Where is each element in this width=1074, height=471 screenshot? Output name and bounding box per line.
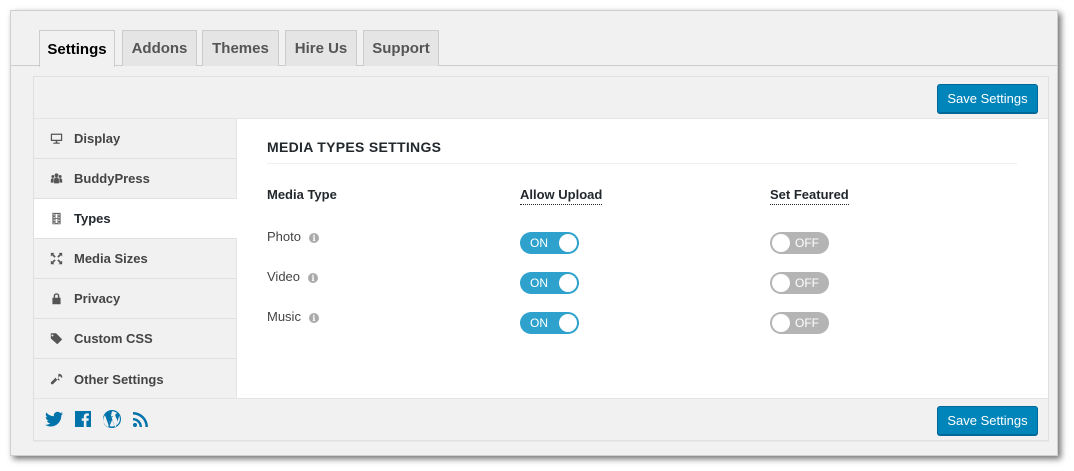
twitter-icon[interactable] [44,409,64,429]
sidebar-item-label: Media Sizes [74,251,148,266]
set-featured-video-toggle[interactable]: OFF [770,272,829,294]
media-type-label: Video [267,269,301,284]
social-links [44,409,151,429]
media-type-label: Photo [267,229,301,244]
toggle-knob [772,234,790,252]
toggle-knob [559,274,577,292]
facebook-icon[interactable] [73,409,93,429]
sidebar-item-other-settings[interactable]: Other Settings [34,359,236,399]
allow-upload-music-toggle[interactable]: ON [520,312,579,334]
sidebar-item-custom-css[interactable]: Custom CSS [34,319,236,359]
sidebar-item-label: Other Settings [74,371,164,387]
sidebar-item-display[interactable]: Display [34,119,236,159]
wordpress-icon[interactable] [102,409,122,429]
info-icon[interactable]: i [308,312,319,323]
resize-icon [48,251,64,267]
column-header-allow-upload: Allow Upload [520,187,603,205]
rss-icon[interactable] [131,409,151,429]
save-settings-button-bottom[interactable]: Save Settings [937,406,1038,435]
film-icon [48,211,64,227]
tab-themes[interactable]: Themes [202,30,279,66]
info-icon[interactable]: i [308,272,319,283]
sidebar-item-label: Custom CSS [74,331,153,346]
tab-settings[interactable]: Settings [39,30,115,67]
bottom-toolbar: Save Settings [34,398,1048,440]
sidebar: Display BuddyPress Types Media Sizes Pri… [34,119,237,399]
sidebar-item-label: Privacy [74,291,121,306]
settings-window: Settings Addons Themes Hire Us Support S… [10,10,1058,456]
sidebar-item-label: BuddyPress [74,171,150,186]
sidebar-item-media-sizes[interactable]: Media Sizes [34,239,236,279]
sidebar-item-label: Display [74,131,121,146]
toggle-knob [772,314,790,332]
toggle-knob [559,314,577,332]
wrench-icon [48,371,64,387]
set-featured-photo-toggle[interactable]: OFF [770,232,829,254]
media-types-settings: MEDIA TYPES SETTINGS Media Type Allow Up… [267,119,1017,334]
tab-addons[interactable]: Addons [122,30,197,66]
media-type-row-music: Music i [267,309,319,324]
sidebar-item-buddypress[interactable]: BuddyPress [34,159,236,199]
sidebar-item-privacy[interactable]: Privacy [34,279,236,319]
tag-icon [48,331,64,347]
save-settings-button-top[interactable]: Save Settings [937,84,1038,113]
column-header-media-type: Media Type [267,187,337,202]
sidebar-item-types[interactable]: Types [34,199,237,239]
toggle-knob [772,274,790,292]
column-header-set-featured: Set Featured [770,187,849,205]
group-icon [48,171,64,187]
media-type-label: Music [267,309,301,324]
monitor-icon [48,131,64,147]
settings-panel: Save Settings Display BuddyPress Types M… [33,76,1049,441]
top-toolbar: Save Settings [34,77,1048,119]
allow-upload-video-toggle[interactable]: ON [520,272,579,294]
allow-upload-photo-toggle[interactable]: ON [520,232,579,254]
sidebar-item-label: Types [74,211,111,226]
tab-support[interactable]: Support [363,30,439,66]
set-featured-music-toggle[interactable]: OFF [770,312,829,334]
tab-bar: Settings Addons Themes Hire Us Support [11,11,1057,67]
section-title: MEDIA TYPES SETTINGS [267,139,1017,164]
media-type-row-video: Video i [267,269,319,284]
tab-hire-us[interactable]: Hire Us [285,30,357,66]
toggle-knob [559,234,577,252]
info-icon[interactable]: i [308,232,319,243]
media-type-row-photo: Photo i [267,229,319,244]
lock-icon [48,291,64,307]
